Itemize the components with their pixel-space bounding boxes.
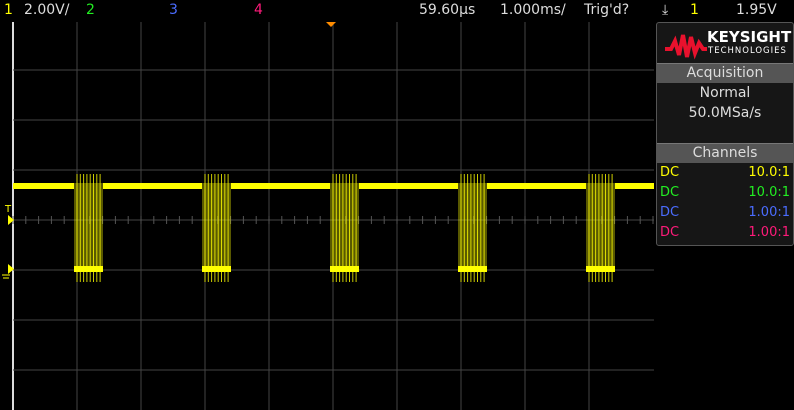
trigger-level[interactable]: 1.95V [736,2,777,18]
waveform-high-level [231,183,330,189]
sample-rate: 50.0MSa/s [688,105,762,121]
waveform-high-level [13,183,74,189]
keysight-logo: KEYSIGHT TECHNOLOGIES [657,23,793,63]
trigger-status: Trig'd? [584,2,630,18]
channel-1-waveform [13,174,654,282]
status-bar: 1 2.00V/ 2 3 4 59.60µs 1.000ms/ Trig'd? … [0,0,794,22]
waveform-burst [586,183,615,272]
waveform-low-level [458,266,487,272]
channel-probe-ratio: 10.0:1 [748,185,790,200]
channel-row[interactable]: DC 10.0:1 [657,163,793,183]
waveform-high-level [615,183,654,189]
channel-row[interactable]: DC 1.00:1 [657,223,793,243]
channel-4-label[interactable]: 4 [254,2,263,18]
waveform-burst [330,183,359,272]
channel-coupling: DC [660,225,680,240]
waveform-burst [458,183,487,272]
acquisition-header[interactable]: Acquisition [657,63,793,83]
channel-3-label[interactable]: 3 [169,2,178,18]
brand-sub: TECHNOLOGIES [708,46,787,56]
timebase-scale[interactable]: 1.000ms/ [500,2,566,18]
waveform-high-level [359,183,458,189]
waveform-high-level [487,183,586,189]
channel-probe-ratio: 1.00:1 [748,225,790,240]
info-panel: KEYSIGHT TECHNOLOGIES Acquisition Normal… [656,22,794,246]
waveform-low-level [586,266,615,272]
waveform-burst [202,183,231,272]
channel-row[interactable]: DC 10.0:1 [657,183,793,203]
svg-text:T: T [4,204,12,215]
channel-coupling: DC [660,165,680,180]
channels-header[interactable]: Channels [657,143,793,163]
channel-1-scale[interactable]: 2.00V/ [24,2,69,18]
acquisition-mode: Normal [699,85,751,101]
waveform-high-level [103,183,202,189]
channel-probe-ratio: 1.00:1 [748,205,790,220]
trigger-source[interactable]: 1 [690,2,699,18]
channel-1-label[interactable]: 1 [4,2,13,18]
waveform-low-level [74,266,103,272]
waveform-burst [74,183,103,272]
falling-edge-icon[interactable]: ⤓ [662,2,668,18]
waveform-low-level [202,266,231,272]
keysight-wave-icon [665,34,707,60]
brand-name: KEYSIGHT [707,28,792,46]
waveform-low-level [330,266,359,272]
channel-probe-ratio: 10.0:1 [748,165,790,180]
channel-row[interactable]: DC 1.00:1 [657,203,793,223]
channel-coupling: DC [660,185,680,200]
channel-coupling: DC [660,205,680,220]
channel-2-label[interactable]: 2 [86,2,95,18]
horizontal-delay[interactable]: 59.60µs [419,2,475,18]
